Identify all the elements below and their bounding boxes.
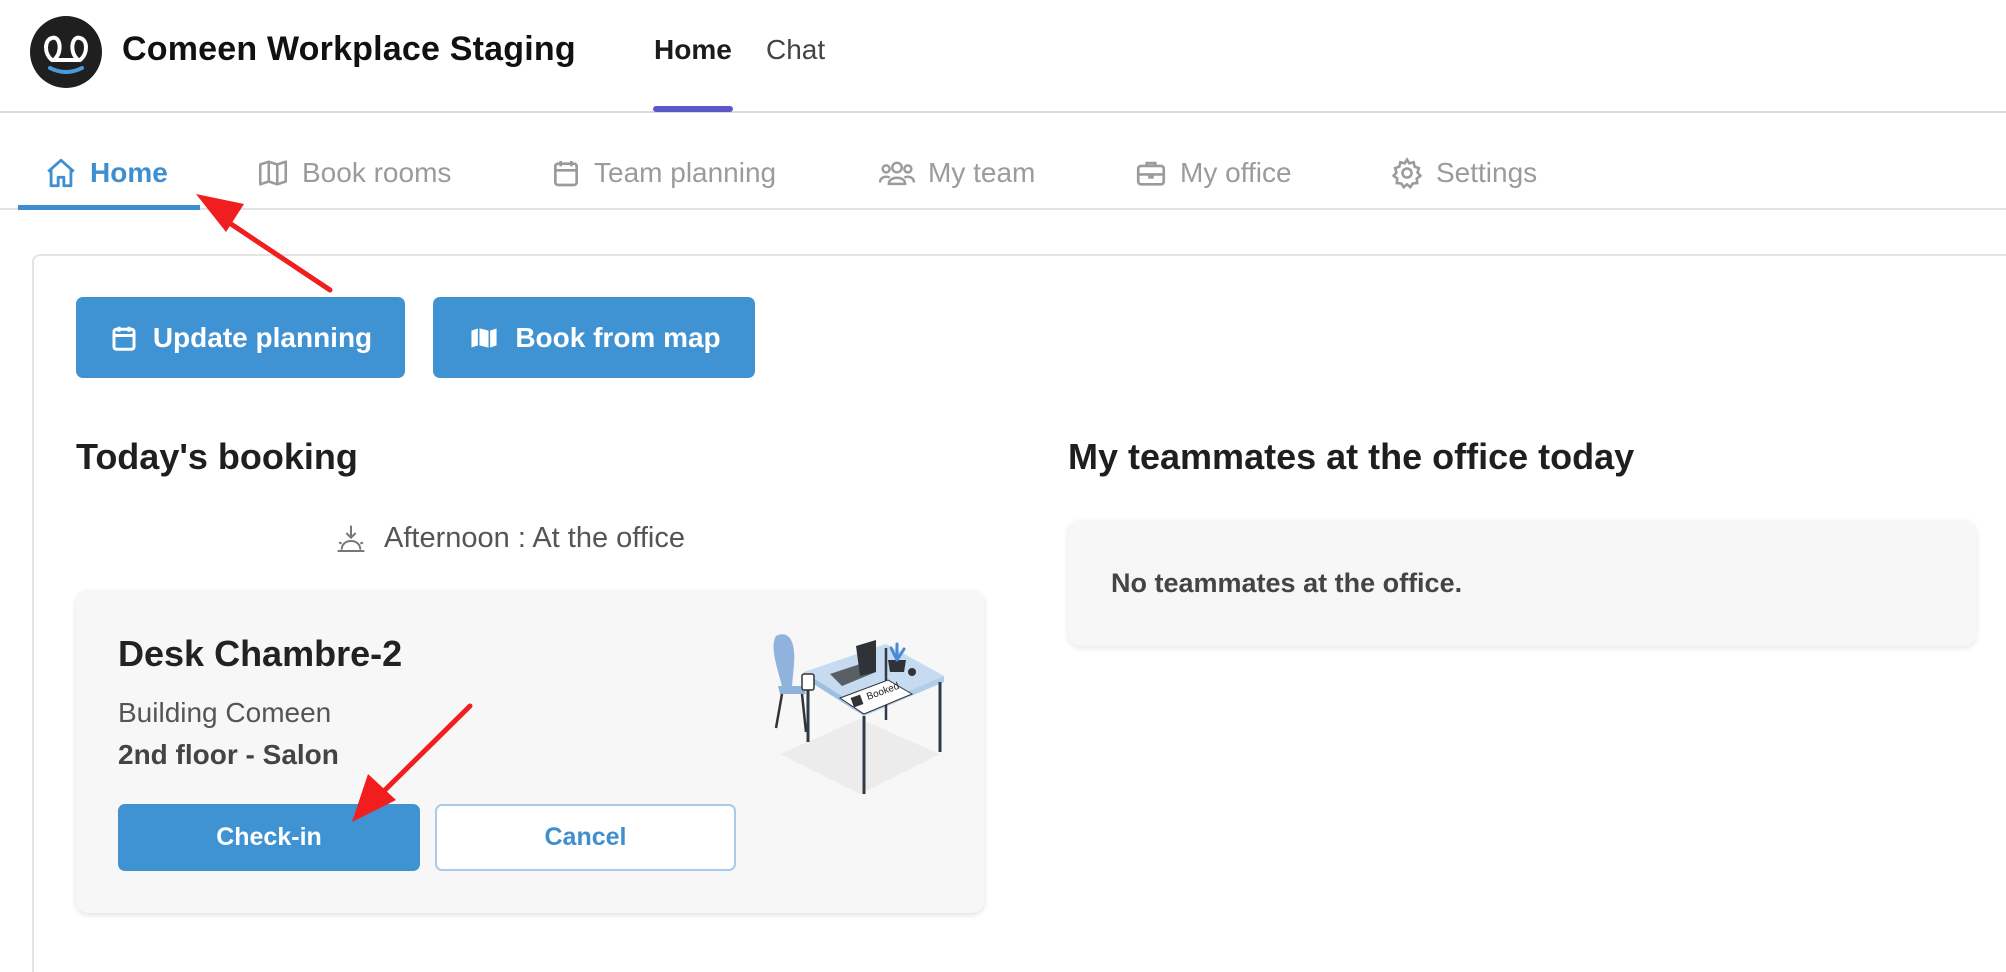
team-icon bbox=[878, 161, 916, 186]
gear-icon bbox=[1391, 157, 1423, 190]
tab-team-planning-label: Team planning bbox=[594, 157, 777, 188]
tab-settings-label: Settings bbox=[1436, 157, 1538, 188]
calendar-icon bbox=[112, 326, 136, 351]
floor-name: 2nd floor - Salon bbox=[118, 739, 339, 770]
desk-name: Desk Chambre-2 bbox=[118, 633, 403, 674]
todays-booking-title: Today's booking bbox=[76, 436, 358, 477]
booking-slot-text: Afternoon : At the office bbox=[384, 522, 685, 554]
topnav-chat[interactable]: Chat bbox=[766, 34, 825, 66]
topnav-home[interactable]: Home bbox=[654, 34, 732, 66]
tab-my-office-label: My office bbox=[1180, 157, 1292, 188]
teammates-title: My teammates at the office today bbox=[1068, 436, 1635, 477]
building-name: Building Comeen bbox=[118, 697, 332, 728]
update-planning-button[interactable]: Update planning bbox=[76, 297, 405, 378]
pretzel-logo-icon[interactable] bbox=[30, 16, 102, 88]
briefcase-icon bbox=[1136, 161, 1166, 186]
tab-team-planning[interactable]: Team planning bbox=[550, 153, 776, 193]
tab-book-rooms-label: Book rooms bbox=[302, 157, 452, 188]
tab-home[interactable]: Home bbox=[44, 153, 168, 193]
map-icon bbox=[470, 326, 499, 349]
tab-my-office[interactable]: My office bbox=[1134, 153, 1292, 193]
home-icon bbox=[47, 158, 75, 188]
section-tabs: Home Book rooms Team planning My team My… bbox=[0, 113, 2006, 210]
book-from-map-button[interactable]: Book from map bbox=[433, 297, 755, 378]
sunset-icon bbox=[337, 525, 365, 552]
topnav-active-indicator bbox=[653, 106, 733, 112]
booking-slot: Afternoon : At the office bbox=[334, 522, 685, 555]
desk-illustration: Booked bbox=[773, 634, 944, 794]
calendar-icon bbox=[554, 161, 578, 187]
update-planning-label: Update planning bbox=[152, 321, 373, 353]
app-title: Comeen Workplace Staging bbox=[122, 30, 576, 68]
map-icon bbox=[258, 160, 288, 186]
tab-active-indicator bbox=[18, 205, 200, 210]
tab-home-label: Home bbox=[90, 157, 168, 188]
tab-my-team[interactable]: My team bbox=[878, 153, 1035, 193]
book-from-map-label: Book from map bbox=[515, 321, 721, 353]
tab-book-rooms[interactable]: Book rooms bbox=[256, 153, 451, 193]
cancel-button[interactable]: Cancel bbox=[435, 804, 736, 871]
teammates-empty-message: No teammates at the office. bbox=[1111, 568, 1463, 598]
tab-settings[interactable]: Settings bbox=[1390, 153, 1537, 193]
app-header: Comeen Workplace Staging Home Chat bbox=[0, 0, 2006, 113]
check-in-button[interactable]: Check-in bbox=[118, 804, 420, 871]
tab-my-team-label: My team bbox=[928, 157, 1036, 188]
